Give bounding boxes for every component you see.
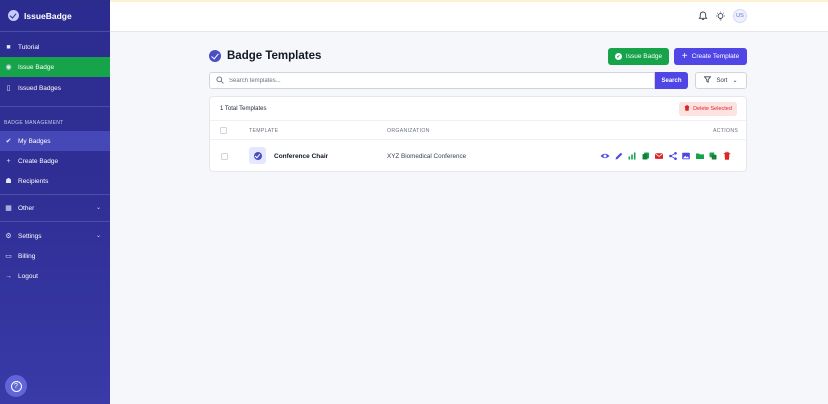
column-header-organization: ORGANIZATION bbox=[387, 128, 430, 134]
trash-icon bbox=[684, 105, 690, 113]
sidebar-item-recipients[interactable]: ☗ Recipients bbox=[0, 171, 110, 191]
sidebar-item-label: My Badges bbox=[18, 137, 51, 145]
search-bar bbox=[209, 72, 655, 89]
create-template-button[interactable]: + Create Template bbox=[674, 48, 747, 65]
select-all-checkbox[interactable] bbox=[220, 127, 227, 134]
sidebar-item-label: Logout bbox=[18, 272, 38, 280]
sort-dropdown[interactable]: Sort ⌄ bbox=[695, 72, 747, 89]
brand-name: IssueBadge bbox=[24, 10, 72, 21]
organization-name: XYZ Biomedical Conference bbox=[387, 153, 467, 160]
avatar[interactable]: US bbox=[733, 9, 747, 23]
sidebar-item-label: Settings bbox=[18, 232, 42, 240]
image-icon[interactable] bbox=[681, 151, 691, 161]
email-icon[interactable] bbox=[654, 151, 664, 161]
sidebar-item-billing[interactable]: ▭ Billing bbox=[0, 246, 110, 266]
chevron-down-icon: ⌄ bbox=[732, 78, 738, 84]
logout-icon: → bbox=[5, 272, 12, 280]
sidebar-divider bbox=[0, 106, 110, 107]
sidebar-divider bbox=[0, 194, 110, 195]
sidebar-item-my-badges[interactable]: ✔ My Badges bbox=[0, 131, 110, 151]
total-count: 1 Total Templates bbox=[220, 106, 267, 112]
sidebar-item-label: Other bbox=[18, 204, 35, 212]
sidebar-item-label: Create Badge bbox=[18, 157, 59, 165]
check-circle-icon bbox=[253, 151, 262, 160]
lightbulb-icon[interactable] bbox=[715, 11, 726, 22]
sidebar-item-label: Billing bbox=[18, 252, 36, 260]
sidebar-item-label: Issued Badges bbox=[18, 84, 62, 92]
sidebar-item-logout[interactable]: → Logout bbox=[0, 266, 110, 286]
row-checkbox[interactable] bbox=[221, 153, 228, 160]
card-toolbar: 1 Total Templates Delete Selected bbox=[210, 97, 748, 121]
table-header: TEMPLATE ORGANIZATION ACTIONS bbox=[210, 121, 748, 140]
sidebar-item-tutorial[interactable]: ■ Tutorial bbox=[0, 37, 110, 57]
table-row: Conference Chair XYZ Biomedical Conferen… bbox=[210, 140, 748, 173]
folder-icon[interactable] bbox=[695, 151, 705, 161]
sort-label: Sort bbox=[716, 77, 728, 84]
copy-icon[interactable] bbox=[641, 151, 651, 161]
column-header-template: TEMPLATE bbox=[249, 128, 279, 134]
delete-selected-label: Delete Selected bbox=[693, 106, 732, 112]
check-circle-icon bbox=[209, 50, 221, 62]
page-header: Badge Templates bbox=[209, 50, 321, 62]
document-icon: ▯ bbox=[6, 84, 11, 92]
brand[interactable]: IssueBadge bbox=[0, 0, 110, 32]
billing-icon: ▭ bbox=[5, 252, 12, 260]
top-header: US bbox=[110, 2, 828, 32]
issue-badge-button[interactable]: ✔ Issue Badge bbox=[608, 48, 669, 65]
filter-icon bbox=[704, 76, 712, 85]
sidebar-item-settings[interactable]: ⚙ Settings ⌄ bbox=[0, 226, 110, 246]
sidebar-item-other[interactable]: ▦ Other ⌄ bbox=[0, 198, 110, 218]
section-label-badge-management: BADGE MANAGEMENT bbox=[4, 120, 64, 126]
search-icon bbox=[216, 75, 224, 86]
bell-icon[interactable] bbox=[697, 11, 708, 22]
sidebar-item-create-badge[interactable]: + Create Badge bbox=[0, 151, 110, 171]
row-actions bbox=[600, 151, 732, 161]
badge-icon: ◉ bbox=[5, 63, 12, 71]
sidebar-item-label: Tutorial bbox=[18, 43, 40, 51]
gear-icon: ⚙ bbox=[5, 232, 12, 240]
video-icon: ■ bbox=[6, 43, 11, 51]
chevron-down-icon: ⌄ bbox=[95, 205, 101, 211]
edit-icon[interactable] bbox=[614, 151, 624, 161]
create-template-label: Create Template bbox=[691, 53, 740, 60]
view-icon[interactable] bbox=[600, 151, 610, 161]
badge-thumbnail bbox=[249, 147, 266, 164]
sidebar: IssueBadge ■ Tutorial ◉ Issue Badge ▯ Is… bbox=[0, 0, 110, 404]
badge-icon: ✔ bbox=[614, 53, 622, 60]
issue-badge-label: Issue Badge bbox=[625, 53, 663, 60]
check-circle-icon: ✔ bbox=[5, 137, 12, 145]
search-input[interactable] bbox=[229, 77, 649, 84]
page-title: Badge Templates bbox=[227, 50, 322, 62]
users-icon: ☗ bbox=[5, 177, 12, 185]
sidebar-item-issue-badge[interactable]: ◉ Issue Badge bbox=[0, 57, 110, 77]
chevron-down-icon: ⌄ bbox=[95, 233, 101, 239]
help-icon: ? bbox=[10, 380, 22, 392]
plus-icon: + bbox=[681, 50, 688, 62]
share-icon[interactable] bbox=[668, 151, 678, 161]
delete-selected-button[interactable]: Delete Selected bbox=[679, 102, 737, 116]
templates-card: 1 Total Templates Delete Selected TEMPLA… bbox=[209, 96, 748, 173]
search-button[interactable]: Search bbox=[655, 72, 688, 89]
sidebar-divider bbox=[0, 221, 110, 222]
column-header-actions: ACTIONS bbox=[713, 128, 739, 134]
stats-icon[interactable] bbox=[627, 151, 637, 161]
sidebar-item-label: Recipients bbox=[18, 177, 49, 185]
grid-icon: ▦ bbox=[5, 204, 12, 212]
brand-logo-icon bbox=[8, 10, 19, 21]
help-button[interactable]: ? bbox=[5, 375, 27, 397]
template-name: Conference Chair bbox=[274, 153, 329, 160]
delete-icon[interactable] bbox=[722, 151, 732, 161]
plus-icon: + bbox=[6, 157, 11, 165]
sidebar-item-label: Issue Badge bbox=[18, 63, 55, 71]
duplicate-icon[interactable] bbox=[708, 151, 718, 161]
sidebar-item-issued-badges[interactable]: ▯ Issued Badges bbox=[0, 78, 110, 98]
